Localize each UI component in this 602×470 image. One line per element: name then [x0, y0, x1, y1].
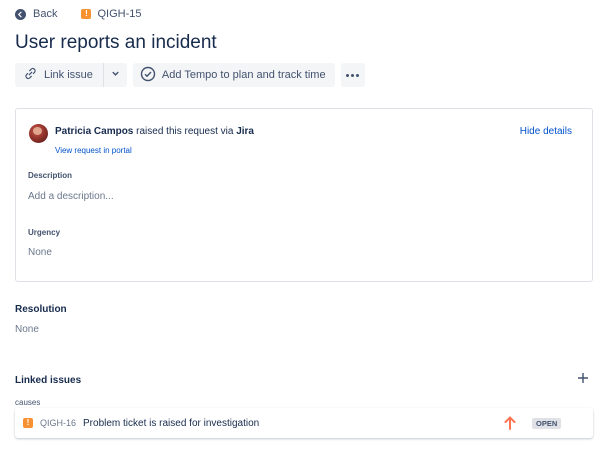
incident-issue-type-icon: !: [81, 9, 92, 19]
channel-name: Jira: [236, 126, 254, 137]
link-issue-dropdown[interactable]: [102, 63, 127, 87]
back-button[interactable]: Back: [15, 8, 57, 20]
linked-issue-summary[interactable]: Problem ticket is raised for investigati…: [83, 418, 259, 429]
more-dot-icon: [356, 73, 360, 77]
reporter-name[interactable]: Patricia Campos: [55, 126, 133, 137]
link-issue-label: Link issue: [44, 69, 93, 81]
issue-toolbar: Link issue Add Tempo to plan and track t…: [15, 63, 365, 87]
resolution-value[interactable]: None: [15, 324, 39, 335]
issue-title[interactable]: User reports an incident: [15, 32, 217, 54]
incident-issue-type-icon: !: [23, 418, 33, 428]
link-relation-label: causes: [15, 398, 41, 407]
linked-issues-label: Linked issues: [15, 375, 82, 386]
view-request-portal-link[interactable]: View request in portal: [55, 146, 132, 155]
check-circle-icon: [140, 66, 156, 85]
tempo-label: Add Tempo to plan and track time: [161, 69, 326, 81]
link-issue-button[interactable]: Link issue: [15, 63, 103, 87]
add-tempo-button[interactable]: Add Tempo to plan and track time: [132, 63, 335, 87]
arrow-up-icon: [504, 416, 516, 430]
add-linked-issue-button[interactable]: [576, 371, 590, 385]
resolution-label: Resolution: [15, 304, 67, 315]
hide-details-link[interactable]: Hide details: [520, 126, 572, 137]
back-arrow-icon: [15, 8, 26, 20]
raised-request-line: Patricia Campos raised this request via …: [55, 126, 254, 137]
top-navigation: Back ! QIGH-15: [15, 6, 141, 22]
link-icon: [24, 67, 37, 83]
link-issue-group: Link issue: [15, 63, 127, 87]
status-badge[interactable]: OPEN: [532, 418, 562, 429]
reporter-avatar[interactable]: [29, 124, 48, 143]
description-field[interactable]: Add a description...: [28, 191, 114, 202]
urgency-label: Urgency: [28, 228, 61, 237]
back-label: Back: [33, 8, 58, 20]
description-label: Description: [28, 171, 73, 180]
urgency-value[interactable]: None: [28, 247, 52, 258]
more-dot-icon: [346, 73, 350, 77]
more-actions-button[interactable]: [340, 63, 365, 87]
linked-issue-row[interactable]: ! QIGH-16 Problem ticket is raised for i…: [15, 408, 593, 438]
request-details-panel: Patricia Campos raised this request via …: [15, 108, 593, 282]
breadcrumb-issue-key[interactable]: ! QIGH-15: [81, 8, 141, 20]
raised-text: raised this request via: [133, 126, 237, 137]
linked-issue-key[interactable]: QIGH-16: [40, 418, 76, 428]
more-dot-icon: [351, 73, 355, 77]
chevron-down-icon: [111, 69, 120, 81]
plus-icon: [578, 373, 588, 383]
issue-key-label: QIGH-15: [97, 8, 142, 20]
